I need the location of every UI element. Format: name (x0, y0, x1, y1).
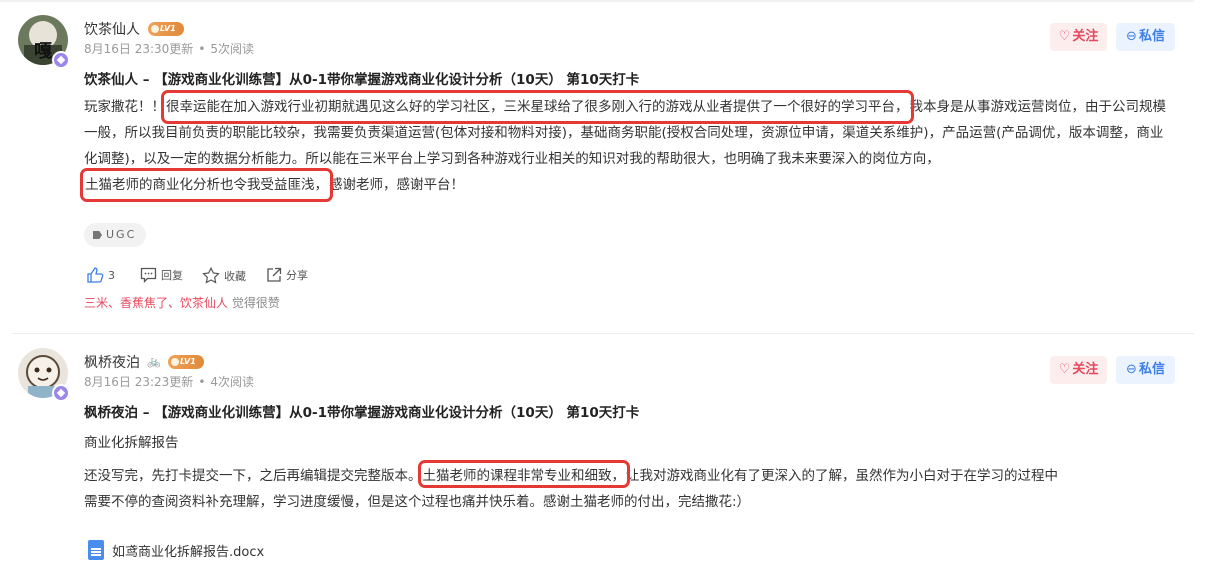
thumb-up-icon (87, 267, 104, 283)
highlighted-text: 很幸运能在加入游戏行业初期就遇见这么好的学习社区，三米星球给了很多刚入行的游戏从… (161, 90, 914, 124)
body-prefix: 还没写完，先打卡提交一下，之后再编辑提交完整版本。 (84, 468, 422, 484)
chat-icon: ⊖ (1126, 29, 1137, 44)
share-icon (267, 267, 282, 282)
like-count: 3 (108, 268, 115, 282)
post-time: 8月16日 23:23更新 (84, 375, 194, 389)
message-label: 私信 (1138, 362, 1165, 377)
heart-icon: ♡ (1058, 362, 1071, 377)
doc-icon (88, 540, 104, 560)
level-badge: LV1 (168, 355, 204, 369)
body-prefix: 玩家撒花！！ (84, 99, 165, 115)
post-card: 嘎 饮茶仙人 LV1 8月16日 23:30更新 • 5次阅读 ♡ 关注 ⊖ 私信 饮茶… (0, 3, 1200, 333)
reply-button[interactable]: 回复 (140, 267, 183, 283)
comment-icon (140, 267, 157, 283)
highlighted-text: 土猫老师的商业化分析也令我受益匪浅， (80, 168, 333, 202)
likers-suffix: 觉得很赞 (231, 296, 280, 310)
likers-line: 三米、香蕉焦了、饮茶仙人 觉得很赞 (84, 294, 280, 311)
chat-icon: ⊖ (1126, 362, 1137, 377)
attachment[interactable]: 如鸢商业化拆解报告.docx (88, 540, 264, 560)
top-divider (0, 0, 1194, 2)
message-button[interactable]: ⊖ 私信 (1116, 356, 1175, 384)
post-title[interactable]: 饮茶仙人 – 【游戏商业化训练营】从0-1带你掌握游戏商业化设计分析（10天） … (84, 68, 639, 88)
highlighted-text: 土猫老师的课程非常专业和细致， (417, 460, 630, 488)
body-suffix: 感谢老师，感谢平台！ (329, 177, 464, 193)
share-label: 分享 (286, 269, 308, 282)
username[interactable]: 枫桥夜泊 (84, 352, 140, 372)
attachment-name: 如鸢商业化拆解报告.docx (112, 544, 265, 560)
follow-button[interactable]: ♡ 关注 (1050, 23, 1107, 51)
post-title-text: 枫桥夜泊 – 【游戏商业化训练营】从0-1带你掌握游戏商业化设计分析（10天） … (84, 405, 640, 421)
share-button[interactable]: 分享 (266, 267, 308, 283)
post-body-line: 需要不停的查阅资料补充理解，学习进度缓慢，但是这个过程也痛并快乐着。感谢土猫老师… (84, 494, 751, 510)
post-title[interactable]: 枫桥夜泊 – 【游戏商业化训练营】从0-1带你掌握游戏商业化设计分析（10天） … (84, 401, 639, 421)
post-card: 枫桥夜泊 🚲 LV1 8月16日 23:23更新 • 4次阅读 ♡ 关注 ⊖ 私信 枫桥… (0, 336, 1200, 570)
collect-label: 收藏 (224, 269, 246, 283)
body-suffix: 让我对游戏商业化有了更深入的了解，虽然作为小白对于在学习的过程中 (626, 468, 1058, 484)
ugc-tag[interactable]: UGC (84, 223, 147, 247)
svg-text:嘎: 嘎 (34, 41, 52, 62)
verified-badge-icon (52, 51, 70, 69)
follow-label: 关注 (1072, 362, 1099, 377)
tag-icon (93, 231, 102, 239)
level-badge: LV1 (148, 22, 184, 36)
bike-icon: 🚲 (147, 355, 161, 368)
collect-button[interactable]: 收藏 (202, 267, 246, 284)
star-icon (202, 267, 220, 284)
like-button[interactable]: 3 (86, 266, 115, 284)
post-subtitle: 商业化拆解报告 (84, 435, 179, 451)
read-count: 5次阅读 (210, 42, 255, 56)
verified-badge-icon (52, 384, 70, 402)
post-meta: 8月16日 23:30更新 • 5次阅读 (84, 42, 255, 56)
post-time: 8月16日 23:30更新 (84, 42, 194, 56)
post-body-line: 还没写完，先打卡提交一下，之后再编辑提交完整版本。土猫老师的课程非常专业和细致，… (84, 460, 1058, 488)
follow-label: 关注 (1072, 29, 1099, 44)
follow-button[interactable]: ♡ 关注 (1050, 356, 1107, 384)
reply-label: 回复 (161, 269, 183, 282)
post-divider (12, 333, 1194, 334)
read-count: 4次阅读 (210, 375, 255, 389)
post-body: 玩家撒花！！很幸运能在加入游戏行业初期就遇见这么好的学习社区，三米星球给了很多刚… (80, 90, 1174, 202)
likers-names[interactable]: 三米、香蕉焦了、饮茶仙人 (84, 296, 228, 310)
tag-label: UGC (106, 228, 137, 241)
message-button[interactable]: ⊖ 私信 (1116, 23, 1175, 51)
username[interactable]: 饮茶仙人 (84, 19, 140, 39)
message-label: 私信 (1138, 29, 1165, 44)
post-meta: 8月16日 23:23更新 • 4次阅读 (84, 375, 255, 389)
heart-icon: ♡ (1058, 29, 1071, 44)
